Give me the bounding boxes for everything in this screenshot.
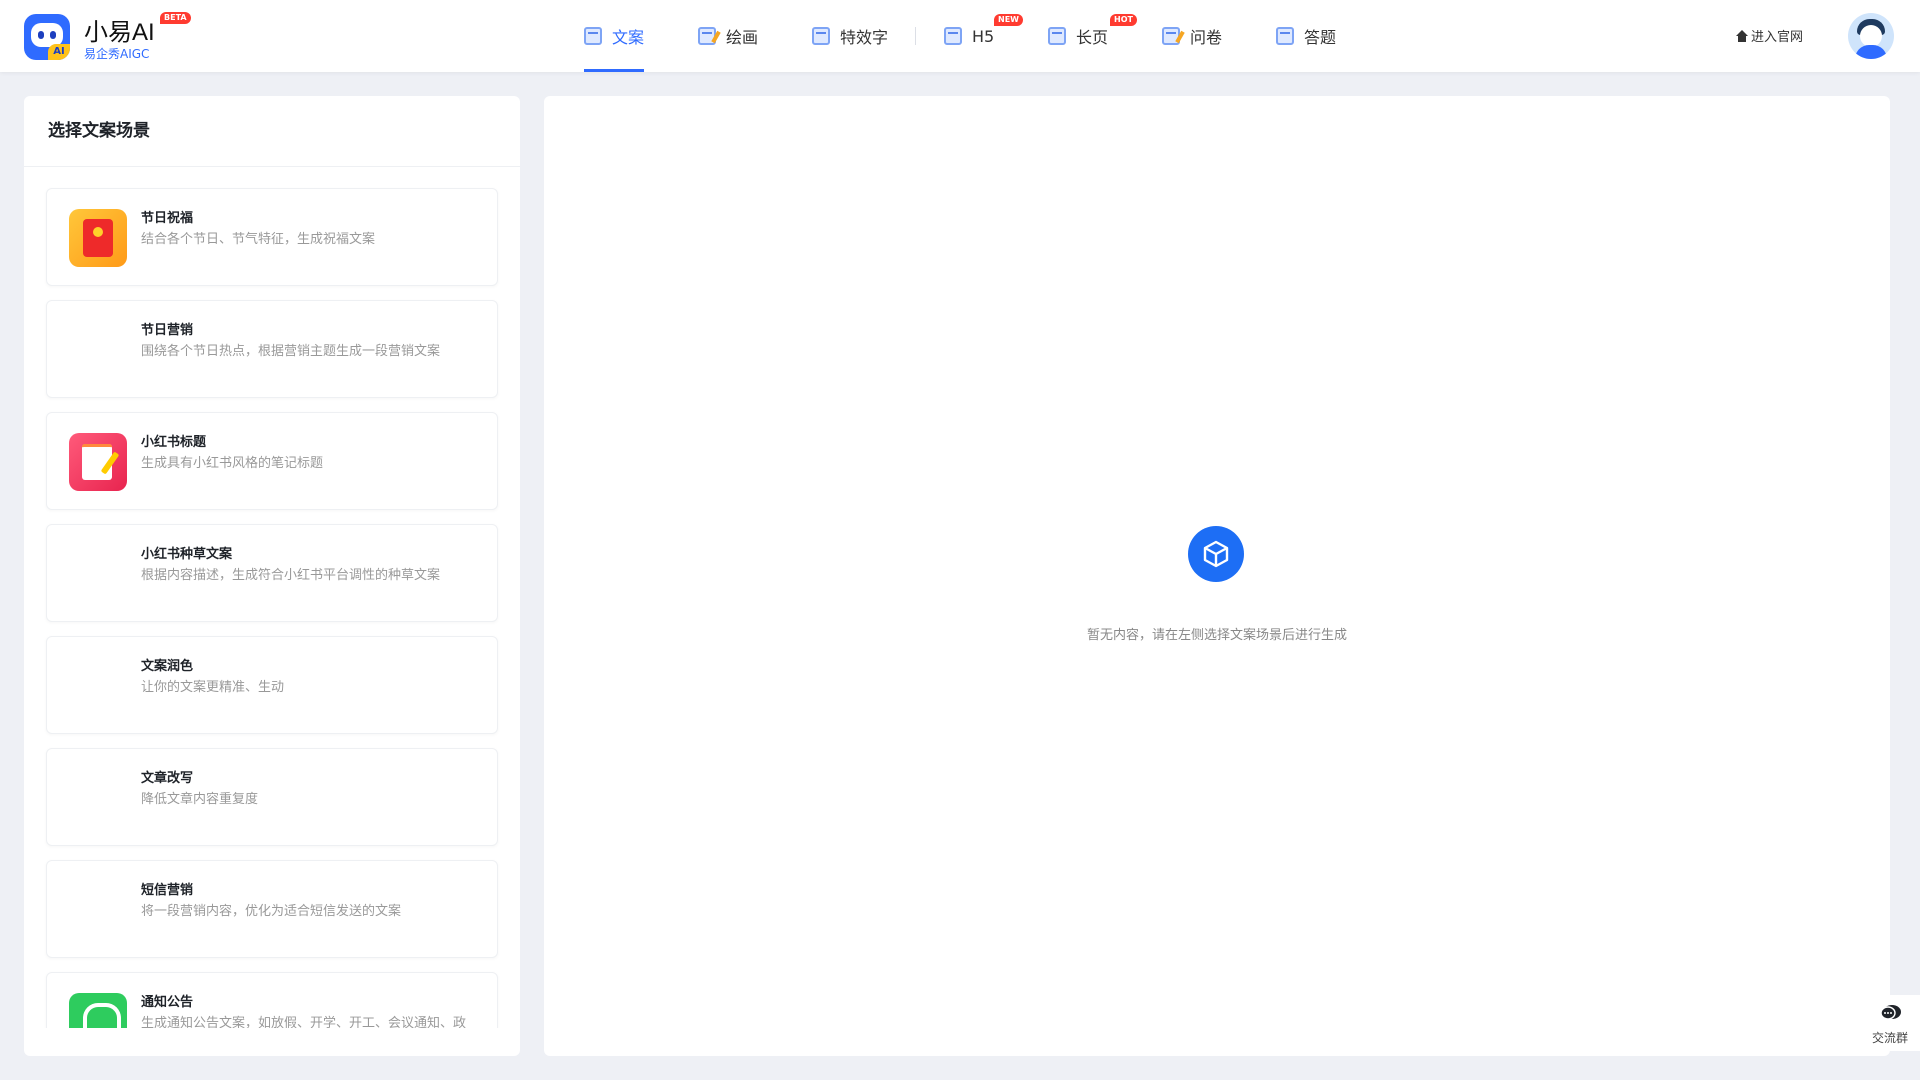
logo-ai-tag: AI [48,44,70,60]
document-icon [584,27,602,45]
official-site-link[interactable]: 进入官网 [1736,26,1803,45]
scene-title: 短信营销 [141,883,194,898]
scene-card-sms-marketing[interactable]: 短信营销 将一段营销内容，优化为适合短信发送的文案 [46,860,498,958]
scene-desc: 生成具有小红书风格的笔记标题 [141,456,324,471]
note-pencil-icon [69,433,127,491]
scene-desc: 降低文章内容重复度 [141,792,259,807]
scene-card-holiday-greeting[interactable]: 节日祝福 结合各个节日、节气特征，生成祝福文案 [46,188,498,286]
top-header: AI 小易AI BETA 易企秀AIGC 文案 绘画 特效字 H5 NEW 长页… [0,0,1920,72]
scene-list[interactable]: 节日祝福 结合各个节日、节气特征，生成祝福文案 节日营销 围绕各个节日热点，根据… [24,168,520,1028]
scene-desc: 将一段营销内容，优化为适合短信发送的文案 [141,904,402,919]
scene-card-polish[interactable]: 文案润色 让你的文案更精准、生动 [46,636,498,734]
nav-tab-label: 文案 [612,28,645,47]
new-badge: NEW [994,14,1023,26]
cube-icon [1188,526,1244,582]
scene-title: 节日营销 [141,323,194,338]
nav-tab-label: 问卷 [1190,28,1223,47]
scene-card-xhs-seeding[interactable]: 小红书种草文案 根据内容描述，生成符合小红书平台调性的种草文案 [46,524,498,622]
text-effect-icon [812,27,830,45]
nav-tab-drawing[interactable]: 绘画 [698,0,758,72]
nav-divider [915,27,916,45]
long-page-icon [1048,27,1066,45]
nav-tab-label: 长页 [1076,28,1109,47]
chat-group-button[interactable]: 交流群 [1860,995,1920,1051]
scene-card-notice[interactable]: 通知公告 生成通知公告文案，如放假、开学、开工、会议通知、政 [46,972,498,1028]
robot-logo-icon: AI [24,14,70,60]
scene-desc: 围绕各个节日热点，根据营销主题生成一段营销文案 [141,344,441,359]
nav-tab-effect-text[interactable]: 特效字 [812,0,888,72]
scene-title: 小红书种草文案 [141,547,233,562]
scene-panel-title: 选择文案场景 [24,96,520,167]
nav-tab-survey[interactable]: 问卷 [1162,0,1222,72]
scene-card-holiday-marketing[interactable]: 节日营销 围绕各个节日热点，根据营销主题生成一段营销文案 [46,300,498,398]
brand-subtitle: 易企秀AIGC [84,47,150,61]
h5-page-icon [944,27,962,45]
scene-card-rewrite[interactable]: 文章改写 降低文章内容重复度 [46,748,498,846]
scene-panel: 选择文案场景 节日祝福 结合各个节日、节气特征，生成祝福文案 节日营销 围绕各个… [24,96,520,1056]
scene-desc: 根据内容描述，生成符合小红书平台调性的种草文案 [141,568,441,583]
empty-state-text: 暂无内容，请在左侧选择文案场景后进行生成 [1086,628,1347,643]
survey-icon [1162,27,1180,45]
scene-title: 文章改写 [141,771,194,786]
hot-badge: HOT [1110,14,1137,26]
paint-icon [698,27,716,45]
scene-desc: 让你的文案更精准、生动 [141,680,285,695]
scene-desc: 生成通知公告文案，如放假、开学、开工、会议通知、政 [141,1016,467,1028]
user-avatar[interactable] [1848,13,1894,59]
main-nav: 文案 绘画 特效字 H5 NEW 长页 HOT 问卷 答题 [0,0,1920,72]
brand[interactable]: AI 小易AI BETA 易企秀AIGC [24,12,194,62]
nav-tab-h5[interactable]: H5 [944,0,994,72]
nav-tab-label: 特效字 [840,28,889,47]
result-panel: 暂无内容，请在左侧选择文案场景后进行生成 [544,96,1890,1056]
nav-tab-label: H5 [972,26,995,46]
beta-badge: BETA [160,12,191,24]
nav-tab-label: 绘画 [726,28,759,47]
chat-bubble-icon [1880,1005,1901,1020]
chat-group-label: 交流群 [1871,1031,1908,1045]
scene-title: 文案润色 [141,659,194,674]
quiz-icon [1276,27,1294,45]
official-site-label: 进入官网 [1751,30,1804,45]
nav-tab-long-page[interactable]: 长页 [1048,0,1108,72]
nav-tab-copywriting[interactable]: 文案 [584,0,645,72]
scene-title: 通知公告 [141,995,194,1010]
home-icon [1736,29,1748,42]
bell-icon [69,993,127,1028]
red-envelope-icon [69,209,127,267]
nav-tab-quiz[interactable]: 答题 [1276,0,1336,72]
scene-title: 节日祝福 [141,211,194,226]
nav-tab-label: 答题 [1304,28,1337,47]
scene-desc: 结合各个节日、节气特征，生成祝福文案 [141,232,376,247]
brand-name: 小易AI [84,19,155,46]
scene-title: 小红书标题 [141,435,207,450]
scene-card-xhs-title[interactable]: 小红书标题 生成具有小红书风格的笔记标题 [46,412,498,510]
